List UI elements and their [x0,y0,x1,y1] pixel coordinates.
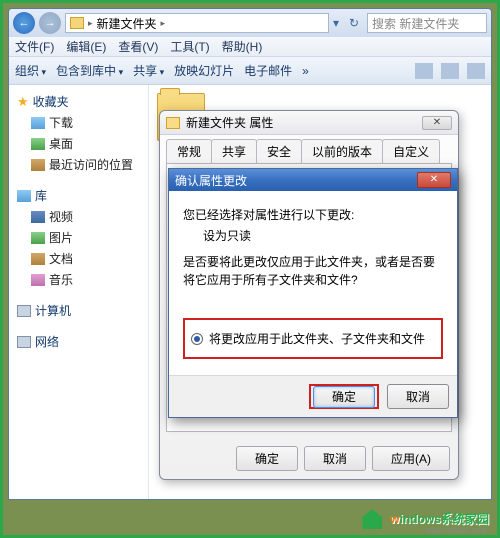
confirm-titlebar[interactable]: 确认属性更改 ✕ [169,169,457,191]
toolbar-email[interactable]: 电子邮件 [244,62,292,79]
downloads-icon [31,117,45,129]
sidebar-libraries[interactable]: 库 [13,185,144,206]
toolbar-more[interactable]: » [302,64,309,78]
watermark-text: windows系统家园 [390,510,489,527]
tab-share[interactable]: 共享 [211,139,257,163]
back-button[interactable]: ← [13,12,35,34]
nav-pane: ★收藏夹 下载 桌面 最近访问的位置 库 视频 图片 文档 音乐 计算机 网络 [9,85,149,499]
toolbar: 组织 包含到库中 共享 放映幻灯片 电子邮件 » [9,57,491,85]
toolbar-share[interactable]: 共享 [133,62,164,79]
tab-previous[interactable]: 以前的版本 [301,139,383,163]
library-icon [17,190,31,202]
radio-all-subfolders[interactable]: 将更改应用于此文件夹、子文件夹和文件 [191,330,435,347]
properties-title-text: 新建文件夹 属性 [186,114,273,131]
sidebar-item-music[interactable]: 音乐 [13,269,144,290]
breadcrumb-sep: ▸ [88,18,93,29]
confirm-change: 设为只读 [183,227,443,245]
menu-edit[interactable]: 编辑(E) [66,38,106,55]
tab-security[interactable]: 安全 [256,139,302,163]
highlight-box: 将更改应用于此文件夹、子文件夹和文件 [183,318,443,359]
nav-bar: ← → ▸ 新建文件夹 ▸ ▾ ↻ 搜索 新建文件夹 [9,9,491,37]
menu-tools[interactable]: 工具(T) [170,38,209,55]
computer-icon [17,305,31,317]
confirm-dialog: 确认属性更改 ✕ 您已经选择对属性进行以下更改: 设为只读 是否要将此更改仅应用… [168,168,458,418]
sidebar-item-documents[interactable]: 文档 [13,248,144,269]
properties-titlebar[interactable]: 新建文件夹 属性 ✕ [160,111,458,135]
view-icon[interactable] [415,63,433,79]
recent-icon [31,159,45,171]
toolbar-include[interactable]: 包含到库中 [56,62,123,79]
radio-icon [191,333,203,345]
toolbar-organize[interactable]: 组织 [15,62,46,79]
sidebar-item-downloads[interactable]: 下载 [13,112,144,133]
confirm-title-text: 确认属性更改 [175,172,247,189]
search-input[interactable]: 搜索 新建文件夹 [367,13,487,33]
close-button[interactable]: ✕ [422,116,452,130]
watermark: windows系统家园 [358,507,489,529]
close-button[interactable]: ✕ [417,172,451,188]
refresh-icon[interactable]: ↻ [349,16,363,30]
picture-icon [31,232,45,244]
tab-general[interactable]: 常规 [166,139,212,163]
menu-file[interactable]: 文件(F) [15,38,54,55]
star-icon: ★ [17,94,29,110]
sidebar-item-videos[interactable]: 视频 [13,206,144,227]
menu-bar: 文件(F) 编辑(E) 查看(V) 工具(T) 帮助(H) [9,37,491,57]
cancel-button[interactable]: 取消 [387,384,449,409]
breadcrumb[interactable]: ▸ 新建文件夹 ▸ [65,13,329,33]
help-icon[interactable] [467,63,485,79]
video-icon [31,211,45,223]
menu-view[interactable]: 查看(V) [118,38,158,55]
ok-button[interactable]: 确定 [313,386,375,408]
preview-pane-icon[interactable] [441,63,459,79]
sidebar-item-desktop[interactable]: 桌面 [13,133,144,154]
highlight-box: 确定 [309,384,379,409]
folder-icon [166,117,180,129]
desktop-icon [31,138,45,150]
menu-help[interactable]: 帮助(H) [222,38,263,55]
confirm-question: 是否要将此更改仅应用于此文件夹，或者是否要将它应用于所有子文件夹和文件? [183,253,443,289]
forward-button[interactable]: → [39,12,61,34]
toolbar-slideshow[interactable]: 放映幻灯片 [174,62,234,79]
sidebar-computer[interactable]: 计算机 [13,300,144,321]
ok-button[interactable]: 确定 [236,446,298,471]
breadcrumb-sep: ▸ [161,18,166,29]
tab-custom[interactable]: 自定义 [382,139,440,163]
search-placeholder: 搜索 新建文件夹 [372,15,459,32]
document-icon [31,253,45,265]
dropdown-icon[interactable]: ▾ [333,16,347,30]
sidebar-favorites[interactable]: ★收藏夹 [13,91,144,112]
breadcrumb-folder[interactable]: 新建文件夹 [97,15,157,32]
tabs: 常规 共享 安全 以前的版本 自定义 [160,135,458,163]
sidebar-item-pictures[interactable]: 图片 [13,227,144,248]
cancel-button[interactable]: 取消 [304,446,366,471]
folder-icon [70,17,84,29]
confirm-text: 您已经选择对属性进行以下更改: [183,206,443,224]
sidebar-network[interactable]: 网络 [13,331,144,352]
music-icon [31,274,45,286]
network-icon [17,336,31,348]
sidebar-item-recent[interactable]: 最近访问的位置 [13,154,144,175]
house-icon [358,507,386,529]
apply-button[interactable]: 应用(A) [372,446,450,471]
